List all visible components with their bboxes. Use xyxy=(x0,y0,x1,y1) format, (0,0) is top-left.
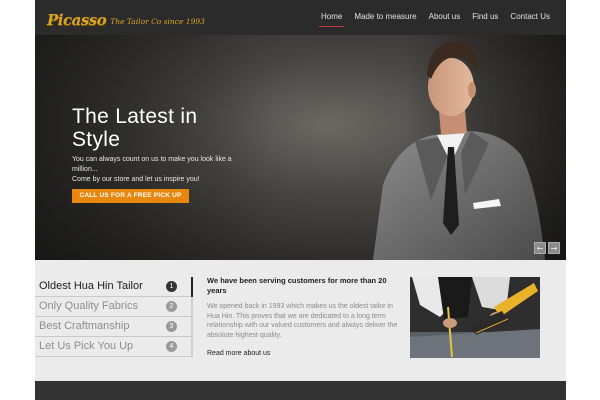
read-more-link[interactable]: Read more about us xyxy=(207,350,270,357)
tab-content: We have been serving customers for more … xyxy=(207,276,407,359)
tab-number-badge: 1 xyxy=(166,281,177,292)
content-body: We opened back in 1993 which makes us th… xyxy=(207,303,398,339)
features-section: Oldest Hua Hin Tailor 1 Only Quality Fab… xyxy=(35,260,566,380)
main-nav: Home Made to measure About us Find us Co… xyxy=(315,0,556,35)
logo-tagline: The Tailor Co since 1993 xyxy=(110,17,205,26)
feature-tabs: Oldest Hua Hin Tailor 1 Only Quality Fab… xyxy=(35,277,193,357)
nav-find-us[interactable]: Find us xyxy=(466,0,504,35)
tailor-photo xyxy=(410,277,540,358)
nav-about-us[interactable]: About us xyxy=(423,0,467,35)
logo-wordmark: Picasso xyxy=(47,11,107,29)
hero-title: The Latest in Style xyxy=(72,105,198,151)
slider-prev-arrow-icon[interactable]: ← xyxy=(534,242,546,254)
slider-next-arrow-icon[interactable]: → xyxy=(548,242,560,254)
nav-contact-us[interactable]: Contact Us xyxy=(504,0,556,35)
nav-made-to-measure[interactable]: Made to measure xyxy=(348,0,422,35)
site-footer xyxy=(35,381,566,400)
tab-oldest-tailor[interactable]: Oldest Hua Hin Tailor 1 xyxy=(35,277,193,297)
hero-tagline: You can always count on us to make you l… xyxy=(72,156,232,173)
tab-pick-you-up[interactable]: Let Us Pick You Up 4 xyxy=(35,337,193,357)
hero-model-image xyxy=(373,41,545,260)
tab-label: Only Quality Fabrics xyxy=(39,300,139,312)
hero-invitation: Come by our store and let us inspire you… xyxy=(72,176,200,183)
tab-quality-fabrics[interactable]: Only Quality Fabrics 2 xyxy=(35,297,193,317)
tab-number-badge: 3 xyxy=(166,321,177,332)
site-wrapper: Picasso The Tailor Co since 1993 Home Ma… xyxy=(35,0,566,400)
logo[interactable]: Picasso The Tailor Co since 1993 xyxy=(47,7,205,29)
tab-craftmanship[interactable]: Best Craftmanship 3 xyxy=(35,317,193,337)
tab-number-badge: 2 xyxy=(166,301,177,312)
tab-active-indicator xyxy=(191,277,193,297)
nav-home[interactable]: Home xyxy=(315,0,348,35)
tab-label: Best Craftmanship xyxy=(39,320,130,332)
content-heading: We have been serving customers for more … xyxy=(207,276,387,295)
tab-label: Let Us Pick You Up xyxy=(39,340,134,352)
tab-label: Oldest Hua Hin Tailor xyxy=(39,280,143,292)
free-pickup-button[interactable]: CALL US FOR A FREE PICK UP xyxy=(72,189,189,203)
site-header: Picasso The Tailor Co since 1993 Home Ma… xyxy=(35,0,566,35)
hero-slider: The Latest in Style You can always count… xyxy=(35,35,566,260)
tab-number-badge: 4 xyxy=(166,341,177,352)
